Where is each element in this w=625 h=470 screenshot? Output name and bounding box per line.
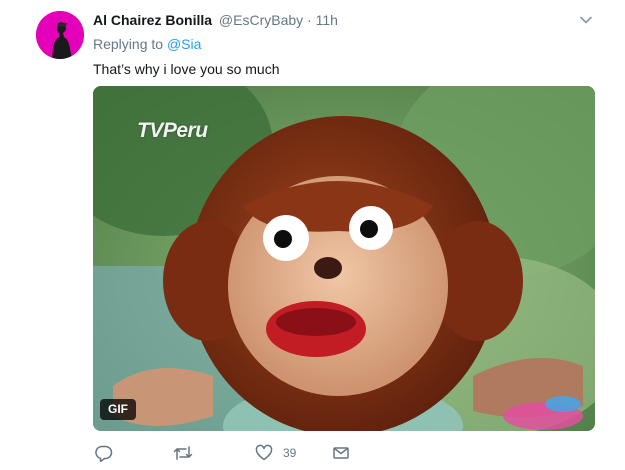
author-name[interactable]: Al Chairez Bonilla [93, 12, 212, 28]
retweet-button[interactable] [173, 443, 193, 463]
tweet[interactable]: Al Chairez Bonilla @EsCryBaby · 11h Repl… [0, 0, 625, 470]
author-handle[interactable]: @EsCryBaby [219, 12, 303, 28]
tweet-actions: 39 [93, 443, 393, 463]
reply-icon [95, 444, 113, 462]
chevron-down-icon[interactable] [579, 13, 593, 27]
avatar-image [36, 11, 84, 59]
like-count: 39 [283, 446, 297, 460]
separator-dot: · [307, 12, 312, 28]
direct-message-button[interactable] [332, 443, 350, 463]
gif-badge: GIF [100, 399, 136, 420]
tv-watermark: TVPeru [137, 119, 208, 142]
tweet-time[interactable]: 11h [316, 12, 338, 28]
tweet-header: Al Chairez Bonilla @EsCryBaby · 11h [93, 11, 338, 29]
heart-icon [255, 444, 273, 462]
replying-to-link[interactable]: @Sia [167, 36, 201, 52]
retweet-icon [173, 444, 193, 462]
avatar[interactable] [36, 11, 84, 59]
replying-to-prefix: Replying to [93, 36, 164, 52]
envelope-icon [332, 444, 350, 462]
tweet-text: That’s why i love you so much [93, 61, 280, 77]
like-button[interactable]: 39 [255, 443, 296, 463]
gif-media[interactable]: TVPeru GIF [93, 86, 595, 431]
replying-to-line: Replying to @Sia [93, 35, 201, 53]
reply-button[interactable] [95, 443, 113, 463]
